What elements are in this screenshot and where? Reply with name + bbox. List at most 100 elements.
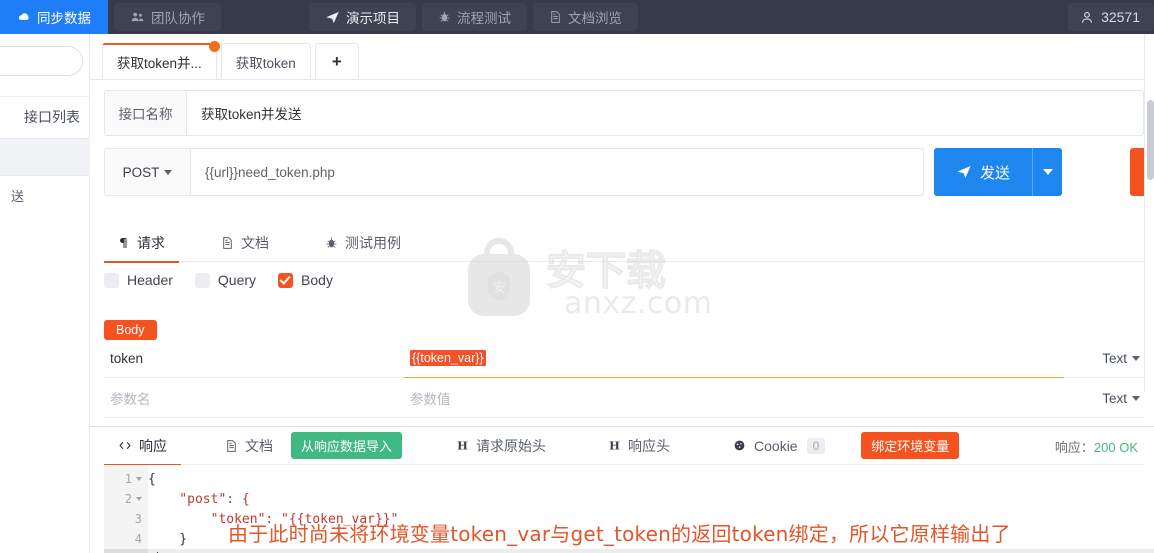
- user-account-button[interactable]: 32571: [1068, 3, 1154, 31]
- fold-arrow-icon[interactable]: [136, 497, 142, 501]
- code-line-text: {: [148, 471, 156, 487]
- line-number-value: 3: [134, 512, 142, 526]
- interface-name-input[interactable]: 获取token并发送: [187, 91, 1143, 135]
- param-name-input[interactable]: token: [104, 339, 404, 378]
- checkbox-label: Header: [127, 272, 173, 288]
- user-icon: [1080, 10, 1094, 25]
- paragraph-icon: [118, 236, 130, 250]
- param-type-value: Text: [1102, 390, 1127, 406]
- bind-env-variable-button[interactable]: 绑定环境变量: [861, 432, 960, 459]
- sync-data-label: 同步数据: [37, 11, 91, 26]
- body-section-tag: Body: [104, 320, 157, 340]
- document-icon: [221, 236, 234, 250]
- team-icon: [130, 10, 145, 24]
- send-button-group: 发送: [934, 148, 1063, 196]
- flow-test-button[interactable]: 流程测试: [422, 3, 527, 31]
- response-tab-bar: 响应 文档 从响应数据导入 H 请求原始头 H 响应头 Cookie 0 绑定环…: [104, 427, 1144, 466]
- demo-project-button[interactable]: 演示项目: [309, 3, 416, 31]
- tab-response[interactable]: 响应: [104, 427, 181, 466]
- interface-name-label: 接口名称: [105, 91, 187, 135]
- http-method-select[interactable]: POST: [105, 149, 191, 195]
- cloud-sync-icon: [17, 10, 31, 24]
- tab-label: 文档: [245, 437, 273, 454]
- param-name-placeholder: 参数名: [110, 392, 151, 407]
- line-number-value: 4: [134, 532, 142, 546]
- interface-name-row: 接口名称 获取token并发送: [104, 90, 1144, 136]
- document-browse-button[interactable]: 文档浏览: [533, 3, 638, 31]
- request-tab-strip: 获取token并... 获取token +: [90, 34, 1154, 80]
- tab-label: 响应: [139, 437, 167, 454]
- tab-label: 请求: [137, 234, 165, 251]
- send-options-button[interactable]: [1032, 148, 1063, 196]
- line-number: 5: [104, 549, 148, 553]
- code-icon: [118, 439, 132, 452]
- checkbox-body[interactable]: Body: [278, 272, 333, 288]
- bug-icon: [325, 236, 338, 250]
- sidebar-group-row[interactable]: [0, 138, 90, 176]
- request-sub-tabs: 请求 文档 测试用例: [104, 224, 1144, 263]
- tab-request[interactable]: 请求: [104, 224, 179, 263]
- param-row: token {{token_var}} Text: [104, 338, 1144, 378]
- document-icon: [549, 10, 562, 24]
- sidebar-list-title: 接口列表: [24, 109, 80, 125]
- line-number-value: 1: [124, 472, 132, 486]
- checkbox-box: [104, 272, 119, 288]
- checkbox-query[interactable]: Query: [194, 272, 256, 288]
- url-input[interactable]: {{url}}need_token.php: [191, 149, 923, 195]
- add-tab-button[interactable]: +: [314, 43, 359, 79]
- url-row: POST {{url}}need_token.php: [104, 148, 924, 196]
- tab-label: 文档: [241, 234, 269, 251]
- param-type-select[interactable]: Text: [1064, 339, 1144, 378]
- send-button[interactable]: 发送: [934, 148, 1033, 196]
- tab-test-case[interactable]: 测试用例: [311, 224, 415, 262]
- tab-label: 获取token并...: [117, 56, 202, 71]
- tab-response-document[interactable]: 文档: [211, 427, 287, 465]
- svg-text:H: H: [609, 439, 620, 452]
- sidebar-item-api[interactable]: 送: [0, 176, 90, 214]
- paper-plane-icon: [325, 10, 340, 25]
- code-line: }: [148, 529, 187, 549]
- line-number-value: 2: [124, 492, 132, 506]
- param-row: 参数名 参数值 Text: [104, 378, 1144, 418]
- team-collaboration-button[interactable]: 团队协作: [114, 3, 221, 31]
- app-root: 同步数据 团队协作 演示项目 流程测试 文档浏览 32571 接口列表 送 获取…: [0, 0, 1154, 553]
- tab-label: 响应头: [628, 437, 671, 454]
- tab-request-raw-header[interactable]: H 请求原始头: [442, 427, 560, 465]
- tab-label: 测试用例: [345, 234, 401, 251]
- unsaved-dot-icon: [208, 41, 220, 52]
- paper-plane-icon: [956, 164, 972, 180]
- param-value-placeholder: 参数值: [410, 392, 451, 407]
- demo-project-label: 演示项目: [346, 11, 400, 26]
- flow-test-label: 流程测试: [457, 11, 511, 26]
- code-line: "post": {: [148, 489, 249, 509]
- param-value-input[interactable]: 参数值: [404, 379, 1064, 418]
- tab-label: 获取token: [235, 55, 296, 71]
- checkbox-header[interactable]: Header: [104, 272, 173, 288]
- param-value-input[interactable]: {{token_var}}: [404, 339, 1064, 378]
- response-status-code: 200 OK: [1093, 440, 1138, 455]
- chevron-down-icon: [164, 169, 173, 175]
- left-sidebar: 接口列表 送: [0, 34, 90, 553]
- sidebar-search-input[interactable]: [0, 46, 83, 76]
- tab-response-header[interactable]: H 响应头: [594, 427, 684, 465]
- line-number: 1: [104, 469, 148, 489]
- user-id-label: 32571: [1101, 9, 1140, 25]
- panel-right-edge: [1144, 34, 1154, 392]
- fold-arrow-icon[interactable]: [136, 477, 142, 481]
- import-from-response-button[interactable]: 从响应数据导入: [291, 432, 403, 459]
- variable-chip: {{token_var}}: [410, 350, 486, 366]
- param-name-input[interactable]: 参数名: [104, 379, 404, 418]
- code-line: {: [148, 469, 156, 489]
- tab-document[interactable]: 文档: [207, 224, 283, 262]
- topbar-spacer-right: [638, 0, 1068, 34]
- document-browse-label: 文档浏览: [568, 11, 622, 26]
- sync-data-button[interactable]: 同步数据: [0, 0, 108, 34]
- tab-get-token-and-send[interactable]: 获取token并...: [102, 41, 220, 79]
- tab-get-token[interactable]: 获取token: [220, 43, 311, 79]
- line-number: 4: [104, 529, 148, 549]
- vertical-scrollbar[interactable]: [1147, 100, 1154, 180]
- chevron-down-icon: [1132, 355, 1140, 361]
- param-type-select[interactable]: Text: [1064, 379, 1144, 418]
- tab-cookie[interactable]: Cookie 0: [718, 427, 839, 465]
- checkbox-box-checked: [278, 272, 294, 288]
